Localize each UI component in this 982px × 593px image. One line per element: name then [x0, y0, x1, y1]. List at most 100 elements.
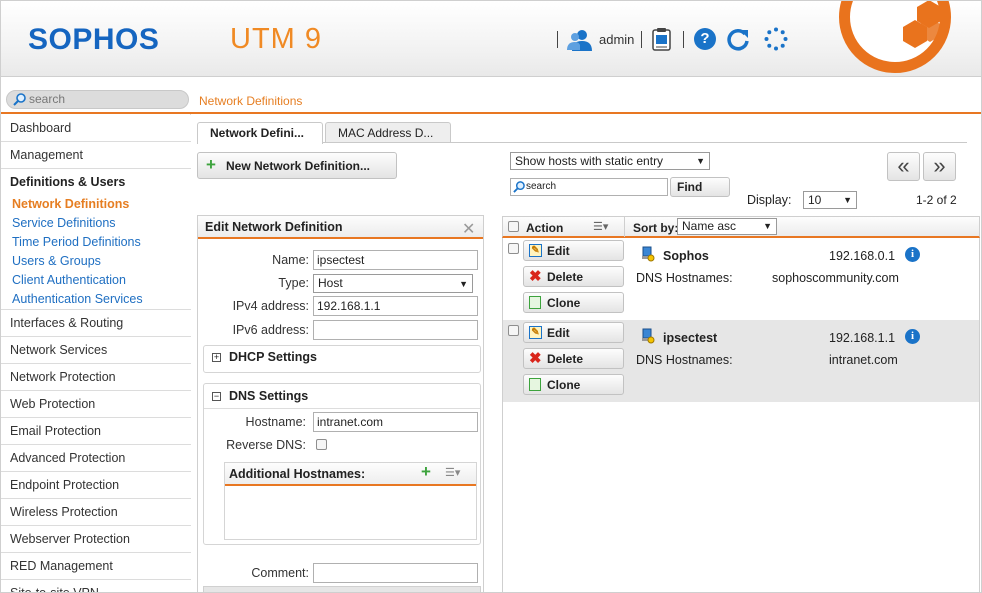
- section-title: DHCP Settings: [229, 350, 317, 364]
- find-button[interactable]: Find: [670, 177, 730, 197]
- delete-icon: ✖: [529, 268, 542, 285]
- sidebar-item-web-protection[interactable]: Web Protection: [1, 391, 191, 418]
- clone-button[interactable]: Clone: [523, 292, 624, 313]
- dns-hostnames-value: intranet.com: [829, 353, 898, 367]
- sidebar-subitem-time-period-definitions[interactable]: Time Period Definitions: [12, 235, 141, 249]
- sidebar-item-network-services[interactable]: Network Services: [1, 337, 191, 364]
- row-checkbox[interactable]: [508, 325, 519, 336]
- sidebar-subitem-service-definitions[interactable]: Service Definitions: [12, 216, 116, 230]
- dropdown-arrow-icon: ▼: [763, 221, 772, 231]
- ipv6-label: IPv6 address:: [232, 323, 309, 337]
- separator: [683, 31, 684, 48]
- sidebar-item-email-protection[interactable]: Email Protection: [1, 418, 191, 445]
- spinner-icon[interactable]: [764, 27, 788, 51]
- user-icon[interactable]: [567, 28, 593, 52]
- info-icon[interactable]: i: [905, 329, 920, 344]
- name-input[interactable]: ipsectest: [313, 250, 478, 270]
- list-item: ✎ Edit ✖ Delete Clone Sophos 192.168.0.1…: [503, 238, 979, 320]
- comment-input[interactable]: [313, 563, 478, 583]
- sidebar-search-input[interactable]: search: [6, 90, 189, 109]
- button-label: Clone: [547, 378, 581, 392]
- clone-button[interactable]: Clone: [523, 374, 624, 395]
- dropdown-arrow-icon: ▼: [696, 156, 705, 166]
- select-all-checkbox[interactable]: [508, 221, 519, 232]
- display-label: Display:: [747, 193, 792, 207]
- header: SOPHOS UTM 9 admin ?: [1, 1, 981, 77]
- sidebar-item-network-protection[interactable]: Network Protection: [1, 364, 191, 391]
- delete-icon: ✖: [529, 350, 542, 367]
- close-icon[interactable]: ✕: [462, 219, 475, 239]
- sidebar: Dashboard Management Definitions & Users…: [1, 114, 191, 592]
- button-label: Edit: [547, 326, 570, 340]
- sidebar-subitem-network-definitions[interactable]: Network Definitions: [12, 197, 129, 211]
- sidebar-subitem-authentication-services[interactable]: Authentication Services: [12, 292, 143, 306]
- hostname-input[interactable]: intranet.com: [313, 412, 478, 432]
- filter-value: Show hosts with static entry: [515, 154, 664, 168]
- section-title: DNS Settings: [229, 389, 309, 403]
- plus-icon: +: [206, 155, 216, 174]
- ipv6-input[interactable]: [313, 320, 478, 340]
- reverse-dns-checkbox[interactable]: [316, 439, 327, 450]
- list-options-icon[interactable]: ☰▾: [445, 466, 460, 479]
- row-checkbox[interactable]: [508, 243, 519, 254]
- delete-button[interactable]: ✖ Delete: [523, 266, 624, 287]
- panel-title-text: Edit Network Definition: [205, 220, 343, 234]
- list-search-input[interactable]: search: [510, 178, 668, 196]
- sidebar-item-wireless-protection[interactable]: Wireless Protection: [1, 499, 191, 526]
- tab-mac-address-definitions[interactable]: MAC Address D...: [325, 122, 451, 143]
- sidebar-item-management[interactable]: Management: [1, 142, 191, 169]
- edit-icon: ✎: [529, 244, 542, 257]
- type-label: Type:: [278, 276, 309, 290]
- delete-button[interactable]: ✖ Delete: [523, 348, 624, 369]
- tab-network-definitions[interactable]: Network Defini...: [197, 122, 323, 144]
- ipv4-input[interactable]: 192.168.1.1: [313, 296, 478, 316]
- dns-hostnames-label: DNS Hostnames:: [636, 271, 733, 285]
- dropdown-arrow-icon: ▼: [459, 279, 468, 289]
- sort-select[interactable]: Name asc ▼: [677, 218, 777, 235]
- sidebar-item-interfaces-routing[interactable]: Interfaces & Routing: [1, 310, 191, 337]
- panel-footer: [203, 586, 481, 592]
- sidebar-item-advanced-protection[interactable]: Advanced Protection: [1, 445, 191, 472]
- additional-hostnames-box: Additional Hostnames: + ☰▾: [224, 462, 477, 540]
- dropdown-arrow-icon: ▼: [843, 195, 852, 205]
- list-item: ✎ Edit ✖ Delete Clone ipsectest 192.168.…: [503, 320, 979, 402]
- dhcp-settings-section[interactable]: + DHCP Settings: [203, 345, 481, 373]
- search-placeholder: search: [29, 92, 66, 106]
- plus-icon[interactable]: +: [421, 462, 431, 482]
- name-label: Name:: [272, 253, 309, 267]
- sidebar-subitem-client-authentication[interactable]: Client Authentication: [12, 273, 126, 287]
- next-page-button[interactable]: »: [923, 152, 956, 181]
- refresh-icon[interactable]: [726, 27, 750, 51]
- prev-page-button[interactable]: «: [887, 152, 920, 181]
- edit-button[interactable]: ✎ Edit: [523, 322, 624, 343]
- type-select[interactable]: Host ▼: [313, 274, 473, 293]
- action-menu-icon[interactable]: ☰▾: [593, 220, 608, 233]
- clone-icon: [529, 378, 541, 391]
- button-label: Clone: [547, 296, 581, 310]
- comment-label: Comment:: [251, 566, 309, 580]
- sidebar-item-dashboard[interactable]: Dashboard: [1, 115, 191, 142]
- clipboard-icon[interactable]: [651, 27, 673, 51]
- dns-hostnames-value: sophoscommunity.com: [772, 271, 899, 285]
- expand-icon[interactable]: +: [212, 353, 221, 362]
- host-name: Sophos: [663, 249, 709, 263]
- sidebar-item-red-management[interactable]: RED Management: [1, 553, 191, 580]
- host-icon: [642, 328, 655, 344]
- host-ip: 192.168.0.1: [829, 249, 896, 263]
- info-icon[interactable]: i: [905, 247, 920, 262]
- display-value: 10: [808, 193, 822, 207]
- sidebar-item-site-to-site-vpn[interactable]: Site-to-site VPN: [1, 580, 191, 592]
- sidebar-subitem-users-groups[interactable]: Users & Groups: [12, 254, 101, 268]
- user-name[interactable]: admin: [599, 32, 634, 47]
- filter-select[interactable]: Show hosts with static entry ▼: [510, 152, 710, 170]
- divider: [204, 408, 480, 409]
- display-select[interactable]: 10 ▼: [803, 191, 857, 209]
- panel-title: Edit Network Definition: [198, 216, 483, 239]
- sidebar-item-endpoint-protection[interactable]: Endpoint Protection: [1, 472, 191, 499]
- sidebar-item-webserver-protection[interactable]: Webserver Protection: [1, 526, 191, 553]
- separator: [641, 31, 642, 48]
- collapse-icon[interactable]: −: [212, 392, 221, 401]
- edit-button[interactable]: ✎ Edit: [523, 240, 624, 261]
- help-icon[interactable]: ?: [694, 28, 716, 50]
- new-network-definition-button[interactable]: + New Network Definition...: [197, 152, 397, 179]
